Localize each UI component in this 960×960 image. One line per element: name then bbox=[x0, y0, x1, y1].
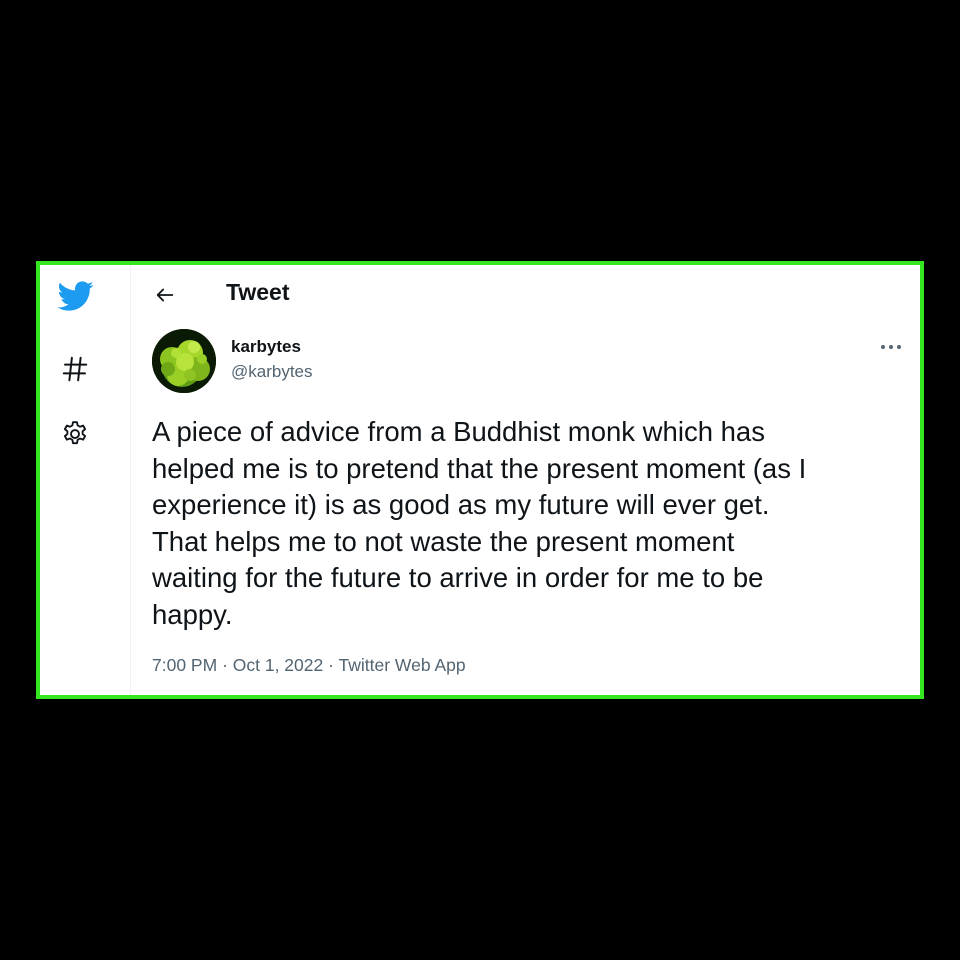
more-horizontal-icon bbox=[881, 345, 901, 349]
hashtag-icon bbox=[62, 356, 88, 382]
page-title: Tweet bbox=[226, 279, 290, 305]
tweet-metadata: 7:00 PM · Oct 1, 2022 · Twitter Web App bbox=[152, 655, 466, 676]
back-button[interactable] bbox=[147, 277, 183, 313]
tweet-time[interactable]: 7:00 PM bbox=[152, 655, 217, 675]
avatar-moss-image bbox=[152, 329, 216, 393]
tweet-text-line: helped me is to pretend that the present… bbox=[152, 452, 807, 484]
tweet-text-line: happy. bbox=[152, 598, 233, 630]
tweet-screenshot-frame: Tweet karbytes @karbytes A piece of advi… bbox=[36, 261, 924, 699]
explore-button[interactable] bbox=[54, 348, 96, 390]
tweet-source[interactable]: Twitter Web App bbox=[339, 655, 466, 675]
gear-icon bbox=[63, 421, 87, 445]
meta-separator: · bbox=[328, 655, 334, 675]
author-display-name[interactable]: karbytes bbox=[231, 337, 301, 357]
tweet-text-line: A piece of advice from a Buddhist monk w… bbox=[152, 416, 765, 447]
arrow-left-icon bbox=[156, 288, 174, 302]
tweet-text: A piece of advice from a Buddhist monk w… bbox=[152, 414, 887, 633]
tweet-text-line: That helps me to not waste the present m… bbox=[152, 525, 735, 557]
meta-separator: · bbox=[222, 655, 228, 675]
sidebar bbox=[40, 265, 131, 695]
avatar[interactable] bbox=[152, 329, 216, 393]
tweet-text-line: experience it) is as good as my future w… bbox=[152, 489, 770, 520]
twitter-home-button[interactable] bbox=[54, 275, 96, 317]
settings-button[interactable] bbox=[54, 413, 96, 455]
tweet-date[interactable]: Oct 1, 2022 bbox=[233, 655, 323, 675]
tweet-detail: Tweet karbytes @karbytes A piece of advi… bbox=[131, 265, 920, 695]
more-options-button[interactable] bbox=[876, 335, 906, 359]
twitter-bird-icon bbox=[57, 281, 94, 311]
tweet-text-line: waiting for the future to arrive in orde… bbox=[152, 562, 764, 593]
author-handle[interactable]: @karbytes bbox=[231, 362, 313, 382]
